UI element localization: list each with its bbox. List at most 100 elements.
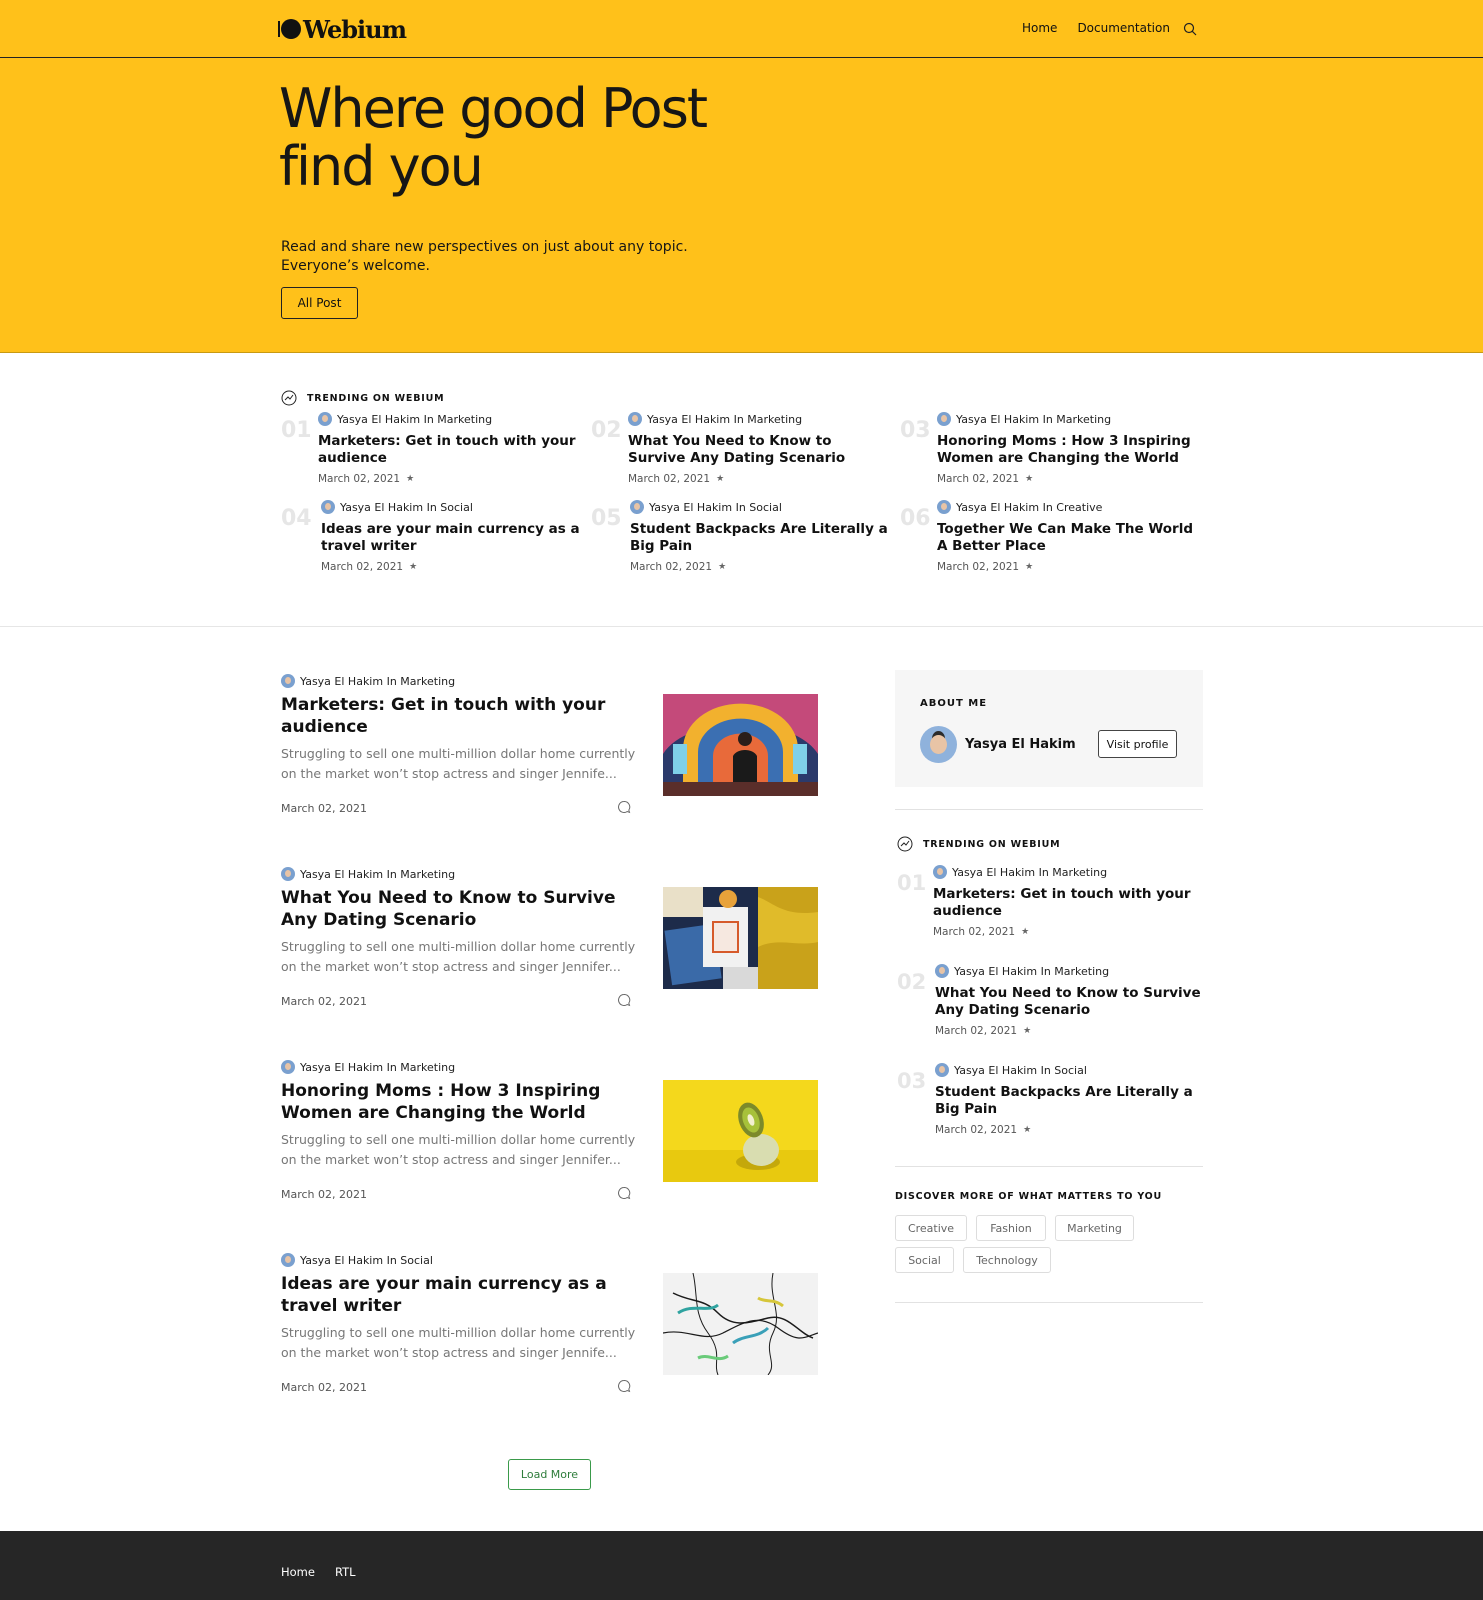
trending-date-row: March 02, 2021 ★ [628,473,888,485]
star-icon: ★ [716,474,725,484]
trending-item[interactable]: 02 Yasya El Hakim In Marketing What You … [591,412,891,500]
avatar[interactable] [920,726,957,763]
trending-title[interactable]: Student Backpacks Are Literally a Big Pa… [630,521,890,555]
comment-icon[interactable] [617,800,631,814]
post-date: March 02, 2021 [321,561,404,573]
star-icon: ★ [1021,927,1030,937]
star-icon: ★ [1023,1125,1032,1135]
post-thumbnail[interactable] [663,887,818,989]
all-post-button[interactable]: All Post [281,287,358,319]
site-logo[interactable]: Webium [278,15,407,44]
trending-title[interactable]: Student Backpacks Are Literally a Big Pa… [935,1084,1205,1118]
post-image-church [663,694,818,796]
post-image-flatlay [663,887,818,989]
author-category[interactable]: Yasya El Hakim In Marketing [300,675,455,688]
trending-date-row: March 02, 2021 ★ [321,561,581,573]
trending-icon [897,836,913,852]
trending-section: TRENDING ON WEBIUM 01 Yasya El Hakim In … [281,390,1201,573]
sidebar-divider [895,1302,1203,1303]
author-category[interactable]: Yasya El Hakim In Marketing [300,868,455,881]
trending-title[interactable]: Together We Can Make The World A Better … [937,521,1197,555]
post-title[interactable]: Marketers: Get in touch with your audien… [281,694,651,738]
discover-heading: DISCOVER MORE OF WHAT MATTERS TO YOU [895,1191,1163,1202]
trending-item[interactable]: 03 Yasya El Hakim In Marketing Honoring … [900,412,1200,500]
trending-title[interactable]: Ideas are your main currency as a travel… [321,521,581,555]
author-category[interactable]: Yasya El Hakim In Marketing [952,866,1107,879]
trending-heading: TRENDING ON WEBIUM [281,390,1201,406]
author-category[interactable]: Yasya El Hakim In Social [340,501,473,514]
author-category[interactable]: Yasya El Hakim In Marketing [647,413,802,426]
post-meta: Yasya El Hakim In Social [281,1251,433,1269]
tag-social[interactable]: Social [895,1247,954,1273]
load-more-button[interactable]: Load More [508,1459,591,1490]
trending-title[interactable]: Marketers: Get in touch with your audien… [933,886,1203,920]
post-meta: Yasya El Hakim In Marketing [281,865,455,883]
footer-rtl-link[interactable]: RTL [335,1565,356,1579]
comment-icon[interactable] [617,993,631,1007]
trending-item-body: Yasya El Hakim In Marketing What You Nee… [935,962,1205,1037]
tag-technology[interactable]: Technology [963,1247,1051,1273]
author-category[interactable]: Yasya El Hakim In Marketing [954,965,1109,978]
trending-item-body: Yasya El Hakim In Marketing What You Nee… [628,410,888,485]
author-avatar [935,1063,949,1077]
author-category[interactable]: Yasya El Hakim In Marketing [300,1061,455,1074]
trending-title[interactable]: What You Need to Know to Survive Any Dat… [628,433,888,467]
author-category[interactable]: Yasya El Hakim In Social [954,1064,1087,1077]
sidebar-trending-item[interactable]: 01 Yasya El Hakim In Marketing Marketers… [897,865,1203,961]
trending-number: 04 [281,506,312,531]
post-image-abstract [663,1273,818,1375]
trending-date-row: March 02, 2021 ★ [630,561,890,573]
trending-item[interactable]: 05 Yasya El Hakim In Social Student Back… [591,500,891,588]
sidebar-trending-item[interactable]: 03 Yasya El Hakim In Social Student Back… [897,1063,1203,1159]
author-category[interactable]: Yasya El Hakim In Marketing [956,413,1111,426]
trending-date-row: March 02, 2021 ★ [933,926,1203,938]
footer-home-link[interactable]: Home [281,1565,315,1579]
sidebar-divider [895,1166,1203,1167]
post-title[interactable]: What You Need to Know to Survive Any Dat… [281,887,651,931]
trending-item[interactable]: 01 Yasya El Hakim In Marketing Marketers… [281,412,581,500]
post-meta: Yasya El Hakim In Marketing [628,410,888,428]
tag-creative[interactable]: Creative [895,1215,967,1241]
author-category[interactable]: Yasya El Hakim In Social [649,501,782,514]
sidebar-trending-heading: TRENDING ON WEBIUM [897,836,1203,852]
trending-number: 05 [591,506,622,531]
post-meta: Yasya El Hakim In Marketing [933,863,1203,881]
post-thumbnail[interactable] [663,1080,818,1182]
author-category[interactable]: Yasya El Hakim In Marketing [337,413,492,426]
author-category[interactable]: Yasya El Hakim In Social [300,1254,433,1267]
trending-item-body: Yasya El Hakim In Marketing Marketers: G… [933,863,1203,938]
post-thumbnail[interactable] [663,1273,818,1375]
author-category[interactable]: Yasya El Hakim In Creative [956,501,1102,514]
trending-date-row: March 02, 2021 ★ [937,473,1197,485]
trending-title[interactable]: Honoring Moms : How 3 Inspiring Women ar… [937,433,1197,467]
comment-icon[interactable] [617,1186,631,1200]
sidebar-trending-item[interactable]: 02 Yasya El Hakim In Marketing What You … [897,964,1203,1060]
post-meta: Yasya El Hakim In Marketing [281,672,455,690]
author-name[interactable]: Yasya El Hakim [965,737,1076,752]
author-avatar [281,1060,295,1074]
nav-home-link[interactable]: Home [1022,21,1057,35]
search-icon[interactable] [1183,22,1197,36]
comment-icon[interactable] [617,1379,631,1393]
trending-item[interactable]: 06 Yasya El Hakim In Creative Together W… [900,500,1200,588]
post-title[interactable]: Honoring Moms : How 3 Inspiring Women ar… [281,1080,651,1124]
post-card: Yasya El Hakim In Social Ideas are your … [281,1251,821,1411]
post-date: March 02, 2021 [281,1381,368,1394]
tag-marketing[interactable]: Marketing [1055,1215,1134,1241]
tag-fashion[interactable]: Fashion [976,1215,1046,1241]
trending-item-body: Yasya El Hakim In Social Student Backpac… [935,1061,1205,1136]
post-thumbnail[interactable] [663,694,818,796]
post-title[interactable]: Ideas are your main currency as a travel… [281,1273,651,1317]
trending-number: 01 [897,871,927,895]
visit-profile-button[interactable]: Visit profile [1098,730,1177,758]
logo-mark-icon [278,19,301,39]
trending-title[interactable]: Marketers: Get in touch with your audien… [318,433,578,467]
trending-date-row: March 02, 2021 ★ [935,1124,1205,1136]
trending-item-body: Yasya El Hakim In Marketing Honoring Mom… [937,410,1197,485]
top-navbar: Webium Home Documentation [0,0,1483,58]
post-date: March 02, 2021 [281,802,368,815]
author-avatar [628,412,642,426]
trending-item[interactable]: 04 Yasya El Hakim In Social Ideas are yo… [281,500,581,588]
trending-title[interactable]: What You Need to Know to Survive Any Dat… [935,985,1205,1019]
nav-documentation-link[interactable]: Documentation [1077,21,1170,35]
